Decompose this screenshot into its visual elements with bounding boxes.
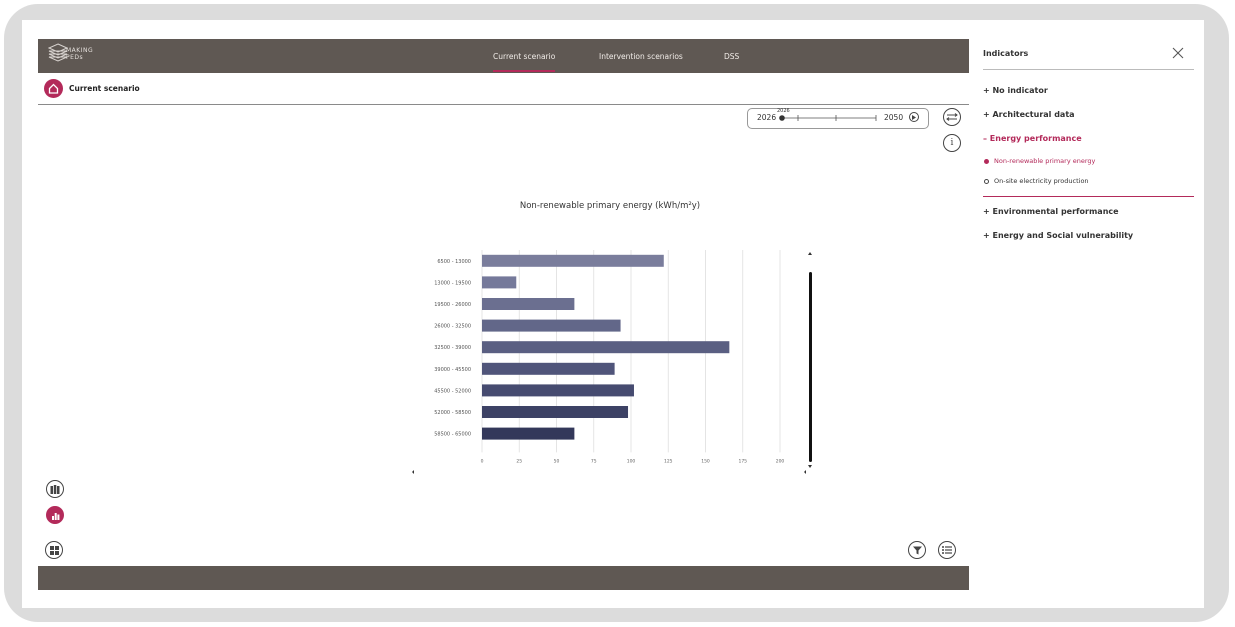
- bar: [482, 406, 629, 418]
- buildings-icon: [50, 484, 60, 494]
- chart-scrollbar[interactable]: [809, 272, 812, 462]
- home-icon: [48, 83, 59, 94]
- x-tick-label: 75: [591, 458, 597, 464]
- category-label: 13000 - 19500: [434, 280, 471, 286]
- compare-toggle-button[interactable]: [943, 108, 961, 126]
- close-icon[interactable]: [1172, 47, 1184, 59]
- bar-chart-icon: [51, 512, 59, 520]
- buildings-view-button[interactable]: [46, 480, 64, 498]
- category-label: 58500 - 65000: [434, 432, 471, 438]
- category-label: 26000 - 32500: [434, 324, 471, 330]
- bar: [482, 276, 517, 289]
- tab-intervention-scenarios[interactable]: Intervention scenarios: [599, 52, 683, 61]
- category-label: 19500 - 26000: [434, 302, 471, 308]
- filter-button[interactable]: [908, 541, 926, 559]
- logo-text: MAKING PEDs: [66, 47, 93, 61]
- x-tick-label: 200: [776, 458, 785, 464]
- list-button[interactable]: [938, 541, 956, 559]
- x-tick-label: 125: [664, 458, 673, 464]
- bar: [482, 254, 664, 267]
- filter-icon: [912, 546, 922, 554]
- indicator-on-site-electricity-production[interactable]: On-site electricity production: [984, 177, 1089, 185]
- list-icon: [942, 546, 952, 554]
- grid-icon: [49, 545, 59, 555]
- swap-arrows-icon: [946, 113, 958, 121]
- logo-text-line1: MAKING: [66, 47, 94, 54]
- play-button[interactable]: [909, 112, 919, 122]
- footer-bar: [38, 566, 969, 590]
- indicator-energy-performance[interactable]: – Energy performance: [983, 134, 1082, 143]
- home-button[interactable]: [44, 79, 63, 98]
- x-tick-label: 150: [701, 458, 710, 464]
- scroll-down-arrow: [808, 465, 812, 468]
- category-label: 52000 - 58500: [434, 410, 471, 416]
- subitem-label: On-site electricity production: [994, 177, 1089, 185]
- indicator-environmental-performance[interactable]: + Environmental performance: [983, 207, 1119, 216]
- chart-title: Non-renewable primary energy (kWh/m²y): [519, 201, 701, 211]
- x-tick-label: 175: [738, 458, 747, 464]
- bar: [482, 362, 615, 375]
- logo-text-line2: PEDs: [66, 54, 84, 61]
- tab-current-scenario[interactable]: Current scenario: [493, 52, 556, 72]
- indicators-panel: [969, 39, 1194, 590]
- page-title: Current scenario: [69, 84, 140, 93]
- category-label: 32500 - 39000: [434, 345, 471, 351]
- bar: [482, 427, 575, 440]
- section-divider: [983, 196, 1194, 197]
- radio-empty-icon: [984, 178, 989, 184]
- bar-chart: 0 25 50 75 100 125 150 175 200 6500 - 13000 13000 …: [412, 250, 812, 474]
- year-start-label: 2026: [757, 113, 777, 122]
- scroll-left-arrow: [412, 470, 414, 474]
- x-tick-label: 100: [627, 458, 636, 464]
- play-icon: [912, 114, 916, 120]
- subheader: [38, 74, 969, 105]
- category-label: 45500 - 52000: [434, 388, 471, 394]
- x-tick-label: 0: [481, 458, 484, 464]
- info-button[interactable]: i: [943, 134, 961, 152]
- indicator-energy-social-vulnerability[interactable]: + Energy and Social vulnerability: [983, 231, 1133, 240]
- info-icon: i: [950, 138, 954, 148]
- chart-view-button[interactable]: [46, 506, 64, 524]
- bar: [482, 319, 621, 332]
- panel-title: Indicators: [983, 49, 1029, 58]
- category-label: 6500 - 13000: [437, 259, 471, 265]
- bar: [482, 298, 575, 310]
- subitem-label: Non-renewable primary energy: [994, 157, 1096, 165]
- year-end-label: 2050: [884, 113, 904, 122]
- scroll-right-arrow: [804, 470, 806, 474]
- tab-dss[interactable]: DSS: [724, 52, 739, 61]
- indicator-non-renewable-primary-energy[interactable]: Non-renewable primary energy: [984, 157, 1095, 165]
- year-slider-track[interactable]: [778, 113, 880, 123]
- radio-selected-icon: [984, 158, 989, 164]
- making-peds-logo-icon: [48, 43, 68, 62]
- x-tick-label: 25: [516, 458, 522, 464]
- bar: [482, 384, 634, 397]
- scroll-up-arrow: [808, 252, 812, 255]
- year-slider-handle: [779, 115, 785, 121]
- bar: [482, 341, 730, 354]
- indicator-no-indicator[interactable]: + No indicator: [983, 86, 1048, 95]
- category-label: 39000 - 45500: [434, 367, 471, 373]
- panel-divider: [983, 69, 1194, 70]
- indicator-architectural-data[interactable]: + Architectural data: [983, 110, 1075, 119]
- layers-button[interactable]: [45, 541, 63, 559]
- x-tick-label: 50: [554, 458, 560, 464]
